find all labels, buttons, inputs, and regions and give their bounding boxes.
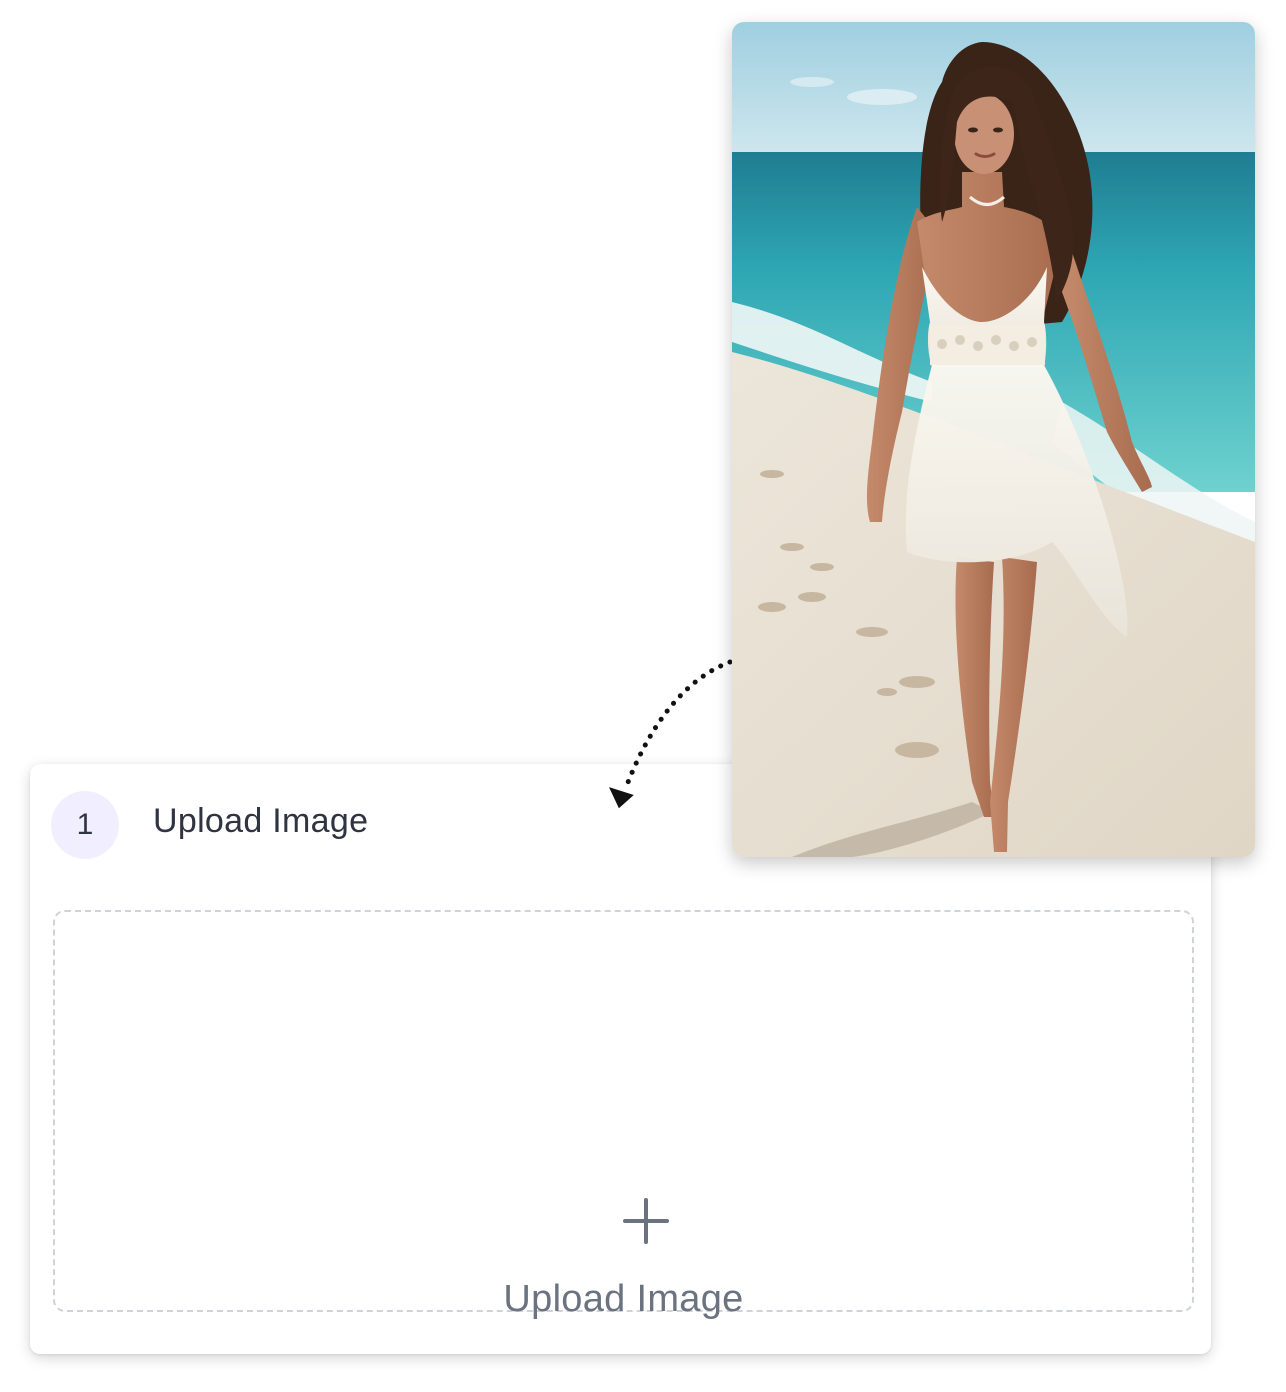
upload-label: Upload Image bbox=[503, 1278, 744, 1320]
example-beach-image bbox=[732, 22, 1255, 857]
dotted-arrow-icon bbox=[608, 659, 733, 809]
card-title: Upload Image bbox=[153, 802, 369, 840]
page: 1 Upload Image Upload Image bbox=[0, 0, 1286, 1392]
plus-icon bbox=[623, 1198, 669, 1244]
step-number-badge: 1 bbox=[51, 791, 119, 859]
upload-dropzone[interactable]: Upload Image bbox=[53, 910, 1194, 1320]
